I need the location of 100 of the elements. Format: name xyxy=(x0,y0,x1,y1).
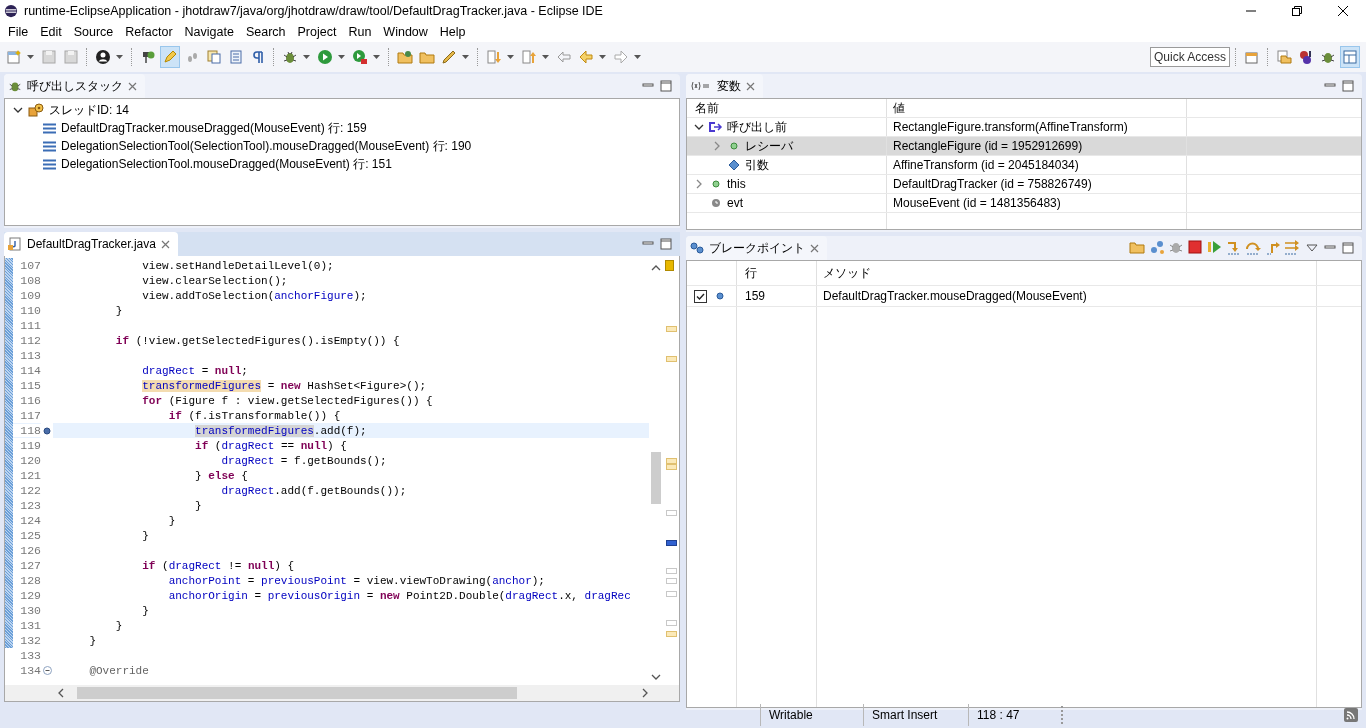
column-header[interactable]: 行 xyxy=(737,261,817,285)
call-stack-tab[interactable]: 呼び出しスタック xyxy=(4,74,145,98)
view-menu-icon[interactable] xyxy=(1306,244,1318,252)
variable-value: AffineTransform (id = 2045184034) xyxy=(887,156,1187,174)
chevron-right-icon[interactable] xyxy=(712,141,722,151)
code-line: transformedFigures.add(f); xyxy=(194,424,367,437)
menu-item[interactable]: Search xyxy=(239,25,292,39)
feed-icon[interactable] xyxy=(1344,708,1358,722)
chevron-down-icon[interactable] xyxy=(694,122,704,132)
menu-item[interactable]: Project xyxy=(291,25,343,39)
line-number-cell: 159 xyxy=(737,286,817,306)
code-line: if (dragRect == null) { xyxy=(194,439,347,452)
clock-dot-icon xyxy=(709,198,723,208)
status-field: Writable xyxy=(760,704,863,726)
scroll-up-icon[interactable] xyxy=(651,264,661,272)
dropdown-caret-icon[interactable] xyxy=(373,55,380,59)
code-line: for (Figure f : view.getSelectedFigures()) { xyxy=(141,394,433,407)
stack-frame[interactable]: DefaultDragTracker.mouseDragged(MouseEvent) 行: 159 xyxy=(61,119,367,137)
dot-icon xyxy=(709,179,723,189)
variable-icon xyxy=(690,81,712,91)
breakpoints-icon xyxy=(690,242,704,254)
eclipse-logo-icon xyxy=(4,4,18,18)
menu-item[interactable]: File xyxy=(2,25,35,39)
menu-item[interactable]: Help xyxy=(433,25,472,39)
status-field: Smart Insert xyxy=(863,704,968,726)
stack-frame-icon xyxy=(43,122,56,134)
code-line: } xyxy=(141,604,149,617)
variables-tab[interactable]: 変数 xyxy=(686,74,763,98)
resume-icon[interactable] xyxy=(1206,238,1223,255)
variable-row[interactable]: 引数 AffineTransform (id = 2045184034) xyxy=(687,156,1361,175)
line-number: 118 xyxy=(13,424,41,437)
code-line: if (!view.getSelectedFigures().isEmpty()) { xyxy=(114,334,400,347)
window-title: runtime-EclipseApplication - jhotdraw7/java/org/jhotdraw/draw/tool/DefaultDragTracker.java - Eclipse IDE xyxy=(24,4,603,18)
dropdown-caret-icon[interactable] xyxy=(462,55,469,59)
menu-item[interactable]: Navigate xyxy=(178,25,240,39)
dropdown-caret-icon[interactable] xyxy=(303,55,310,59)
scroll-right-icon[interactable] xyxy=(641,688,649,698)
menu-item[interactable]: Source xyxy=(67,25,120,39)
column-header[interactable]: 値 xyxy=(887,99,1187,117)
close-icon[interactable] xyxy=(1338,6,1348,16)
variable-row[interactable]: evt MouseEvent (id = 1481356483) xyxy=(687,194,1361,213)
dropdown-caret-icon[interactable] xyxy=(338,55,345,59)
variable-row[interactable]: レシーバ RectangleFigure (id = 1952912699) xyxy=(687,137,1361,156)
table-layout-icon[interactable] xyxy=(1340,46,1360,68)
column-header[interactable]: メソッド xyxy=(817,261,1317,285)
code-line: @Override xyxy=(88,664,149,677)
code-line: if (f.isTransformable()) { xyxy=(167,409,341,422)
thread-gear-icon xyxy=(28,103,44,117)
stack-frame-icon xyxy=(43,158,56,170)
code-line: anchorOrigin = previousOrigin = new Point2D.Double(dragRect.x, dragRec xyxy=(167,589,631,602)
dropdown-caret-icon[interactable] xyxy=(27,55,34,59)
menu-item[interactable]: Window xyxy=(377,25,434,39)
breakpoints-tab[interactable]: ブレークポイント xyxy=(686,236,827,260)
column-header[interactable]: 名前 xyxy=(687,99,887,117)
menu-item[interactable]: Run xyxy=(342,25,378,39)
chevron-right-icon[interactable] xyxy=(694,179,704,189)
menu-item[interactable]: Refactor xyxy=(119,25,179,39)
editor-tab[interactable]: DefaultDragTracker.java xyxy=(4,232,178,256)
status-field: 118 : 47 xyxy=(968,704,1061,726)
return-arrow-icon xyxy=(709,122,723,132)
code-line: view.addToSelection(anchorFigure); xyxy=(141,289,367,302)
connected-dots-icon[interactable] xyxy=(1148,238,1165,255)
diamond-icon xyxy=(727,160,741,170)
method-cell: DefaultDragTracker.mouseDragged(MouseEvent) xyxy=(817,286,1317,306)
scroll-left-icon[interactable] xyxy=(57,688,65,698)
stop-icon[interactable] xyxy=(1187,238,1204,255)
variable-name: this xyxy=(727,177,746,191)
variable-value: RectangleFigure.transform(AffineTransform) xyxy=(887,118,1187,136)
breakpoint-icon[interactable] xyxy=(43,426,51,435)
stack-frame[interactable]: DelegationSelectionTool(SelectionTool).mouseDragged(MouseEvent) 行: 190 xyxy=(61,137,472,155)
dropdown-caret-icon[interactable] xyxy=(116,55,123,59)
variable-row[interactable]: this DefaultDragTracker (id = 758826749) xyxy=(687,175,1361,194)
variable-name: 引数 xyxy=(745,156,769,174)
collapse-icon[interactable] xyxy=(42,666,52,675)
code-line: } xyxy=(141,529,149,542)
dropdown-caret-icon[interactable] xyxy=(542,55,549,59)
dropdown-caret-icon[interactable] xyxy=(507,55,514,59)
variable-name: レシーバ xyxy=(745,137,793,155)
dropdown-caret-icon[interactable] xyxy=(599,55,606,59)
code-line: dragRect = f.getBounds(); xyxy=(220,454,387,467)
thread-label[interactable]: スレッドID: 14 xyxy=(49,101,129,119)
stack-frame-icon xyxy=(43,140,56,152)
menu-item[interactable]: Edit xyxy=(34,25,68,39)
stack-frame[interactable]: DelegationSelectionTool.mouseDragged(MouseEvent) 行: 151 xyxy=(61,155,392,173)
variable-value: MouseEvent (id = 1481356483) xyxy=(887,194,1187,212)
dropdown-caret-icon[interactable] xyxy=(634,55,641,59)
chevron-down-icon[interactable] xyxy=(13,105,23,115)
arrows-right-icon[interactable] xyxy=(1284,238,1300,255)
scroll-thumb[interactable] xyxy=(77,687,517,699)
java-file-icon xyxy=(8,237,22,251)
scroll-down-icon[interactable] xyxy=(651,673,661,681)
code-line: if (dragRect != null) { xyxy=(141,559,295,572)
checkbox[interactable] xyxy=(694,289,707,303)
vertical-scrollbar[interactable] xyxy=(651,452,661,504)
horizontal-scrollbar[interactable] xyxy=(5,685,679,701)
quick-access-field[interactable]: Quick Access xyxy=(1149,47,1230,67)
code-line: transformedFigures = new HashSet<Figure>(); xyxy=(141,379,427,392)
code-line: view.clearSelection(); xyxy=(141,274,288,287)
code-line: } xyxy=(114,304,123,317)
maximize-icon[interactable] xyxy=(1292,6,1302,16)
